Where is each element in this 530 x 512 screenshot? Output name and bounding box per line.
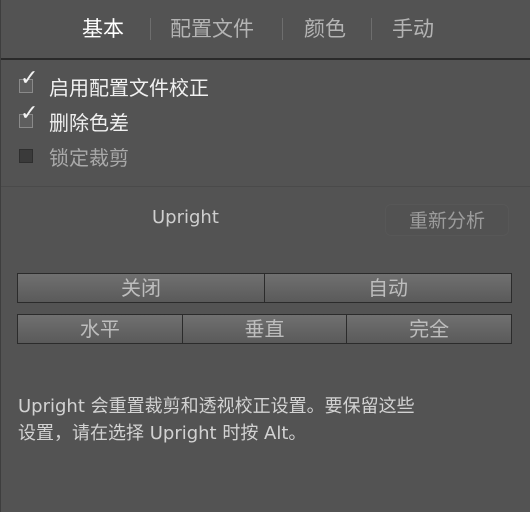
tab-basic[interactable]: 基本: [82, 13, 124, 43]
checkmark-icon: ✓: [20, 66, 39, 91]
tab-separator: [150, 18, 151, 40]
upright-info-text: Upright 会重置裁剪和透视校正设置。要保留这些 设置，请在选择 Uprig…: [18, 393, 508, 447]
checkbox-label: 删除色差: [49, 110, 129, 135]
info-line: Upright 会重置裁剪和透视校正设置。要保留这些: [18, 396, 415, 417]
tab-separator: [282, 18, 283, 40]
upright-level-button[interactable]: 水平: [17, 314, 183, 344]
upright-auto-button[interactable]: 自动: [265, 273, 512, 303]
checkbox-label: 启用配置文件校正: [49, 75, 209, 100]
upright-row-1: 关闭 自动: [17, 273, 512, 303]
tab-color[interactable]: 颜色: [304, 13, 346, 43]
upright-label: Upright: [152, 207, 219, 228]
tab-manual[interactable]: 手动: [392, 13, 434, 43]
checkbox-box[interactable]: [19, 149, 33, 163]
tab-profile[interactable]: 配置文件: [170, 13, 254, 43]
checkmark-icon: ✓: [20, 101, 39, 126]
tab-separator: [371, 18, 372, 40]
constrain-crop-checkbox[interactable]: 锁定裁剪: [19, 142, 129, 170]
info-line: 设置，请在选择 Upright 时按 Alt。: [18, 423, 307, 444]
reanalyze-button[interactable]: 重新分析: [385, 204, 509, 236]
upright-off-button[interactable]: 关闭: [17, 273, 265, 303]
upright-vertical-button[interactable]: 垂直: [182, 314, 348, 344]
checkbox-box[interactable]: ✓: [19, 68, 38, 93]
enable-profile-corrections-checkbox[interactable]: ✓ 启用配置文件校正: [19, 68, 209, 100]
upright-row-2: 水平 垂直 完全: [17, 314, 513, 344]
remove-chromatic-aberration-checkbox[interactable]: ✓ 删除色差: [19, 103, 129, 135]
upright-full-button[interactable]: 完全: [347, 314, 513, 344]
tab-bar: 基本 配置文件 颜色 手动: [1, 0, 530, 60]
checkbox-box[interactable]: ✓: [19, 103, 38, 128]
section-divider: [1, 186, 530, 187]
checkbox-label: 锁定裁剪: [49, 145, 129, 170]
lens-correction-panel: 基本 配置文件 颜色 手动 ✓ 启用配置文件校正 ✓ 删除色差 锁定裁剪 Upr…: [0, 0, 530, 512]
